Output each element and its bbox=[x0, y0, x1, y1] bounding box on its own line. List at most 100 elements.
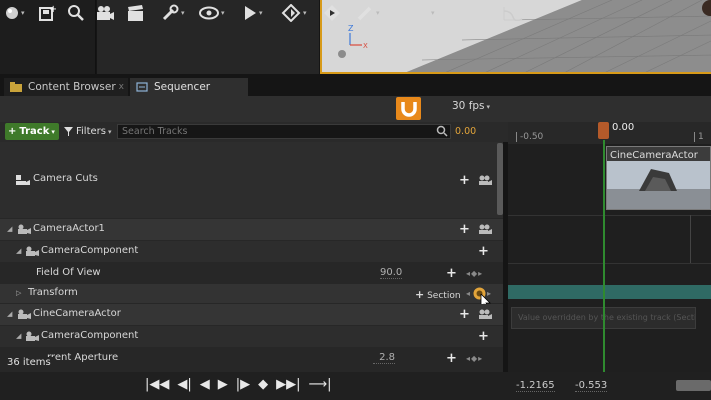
close-tab-icon[interactable]: x bbox=[119, 82, 124, 92]
transport-controls: |◀◀ ◀| ◀ ▶ |▶ ◆ ▶▶| ⟶| bbox=[145, 377, 332, 392]
sequencer-icon bbox=[136, 82, 148, 92]
section-edge bbox=[690, 215, 691, 263]
snap-toggle-button[interactable] bbox=[396, 97, 421, 120]
camera-icon[interactable] bbox=[478, 175, 492, 185]
time-ruler[interactable]: -0.50 1 bbox=[508, 122, 711, 144]
search-tracks-input[interactable] bbox=[117, 124, 451, 139]
next-key-icon[interactable]: ◆ bbox=[258, 377, 268, 392]
track-label: Field Of View bbox=[36, 267, 101, 278]
step-back-icon[interactable]: ◀ bbox=[200, 377, 210, 392]
frame-rate-dropdown[interactable]: 30 fps ▾ bbox=[452, 100, 490, 112]
camera-cuts-icon bbox=[16, 175, 30, 185]
key-navigation[interactable]: ◂◆▸ bbox=[466, 354, 483, 363]
track-row-cine-camera-actor[interactable]: ◢ CineCameraActor + bbox=[0, 304, 503, 325]
camera-icon[interactable] bbox=[478, 224, 492, 234]
world-button[interactable]: ▾ bbox=[5, 3, 25, 23]
folder-icon bbox=[10, 82, 22, 92]
property-value[interactable]: 90.0 bbox=[380, 267, 402, 279]
property-value[interactable]: 2.8 bbox=[373, 352, 395, 364]
camera-actor-icon bbox=[18, 224, 31, 234]
collapse-arrow-icon[interactable]: ◢ bbox=[16, 332, 21, 340]
view-range-end[interactable]: -0.553 bbox=[575, 380, 608, 392]
playhead-handle[interactable] bbox=[598, 122, 609, 139]
track-row-camera-component[interactable]: ◢ CameraComponent + bbox=[0, 241, 503, 262]
tools-dropdown[interactable]: ▾ bbox=[161, 3, 185, 23]
save-icon: + bbox=[39, 4, 56, 21]
pencil-icon bbox=[357, 6, 372, 21]
jump-to-end-icon[interactable]: ▶▶| bbox=[276, 377, 300, 392]
track-row-camera-component[interactable]: ◢ CameraComponent + bbox=[0, 326, 503, 347]
frame-rate-label: 30 fps bbox=[452, 100, 485, 112]
camera-icon[interactable] bbox=[478, 309, 492, 319]
add-button[interactable]: + bbox=[478, 330, 489, 343]
add-section-button[interactable]: + Section bbox=[415, 288, 461, 301]
diamond-arrow-icon bbox=[324, 5, 340, 21]
row-divider bbox=[508, 215, 711, 216]
tick-mark bbox=[516, 132, 517, 142]
track-label: CameraComponent bbox=[41, 330, 139, 341]
tab-content-browser[interactable]: Content Browser x bbox=[4, 78, 128, 96]
track-row-field-of-view[interactable]: Field Of View 90.0 + ◂◆▸ bbox=[0, 263, 503, 284]
camera-button[interactable] bbox=[95, 3, 115, 23]
loop-icon[interactable]: ⟶| bbox=[309, 377, 332, 392]
tick-mark bbox=[694, 132, 695, 142]
clapperboard-icon bbox=[128, 5, 143, 21]
svg-text:Z: Z bbox=[348, 24, 354, 33]
add-section-label: Section bbox=[427, 291, 461, 301]
key-navigation[interactable]: ◂◆▸ bbox=[466, 269, 483, 278]
shot-label: CineCameraActor bbox=[610, 150, 698, 161]
previous-key-icon[interactable]: ◀| bbox=[177, 377, 191, 392]
track-row-transform[interactable]: ▷ Transform + Section ◂ ▸ bbox=[0, 284, 503, 310]
key-navigation[interactable]: ◂ bbox=[466, 289, 471, 298]
auto-key-button[interactable] bbox=[322, 3, 342, 23]
tick-label: -0.50 bbox=[520, 132, 544, 142]
svg-text:X: X bbox=[363, 42, 368, 50]
add-button[interactable]: + bbox=[459, 308, 470, 321]
track-row-current-aperture[interactable]: rrent Aperture 2.8 + ◂◆▸ bbox=[0, 348, 503, 369]
add-track-button[interactable]: + Track ▾ bbox=[5, 123, 59, 140]
add-button[interactable]: + bbox=[459, 174, 470, 187]
playback-options-dropdown[interactable]: ▾ bbox=[243, 3, 263, 23]
collapse-arrow-icon[interactable]: ◢ bbox=[7, 310, 12, 318]
track-row-camera-cuts[interactable]: Camera Cuts + bbox=[0, 142, 503, 218]
track-label: CameraComponent bbox=[41, 245, 139, 256]
tab-sequencer[interactable]: Sequencer bbox=[130, 78, 248, 96]
view-options-dropdown[interactable]: ▾ bbox=[199, 3, 225, 23]
jump-to-start-icon[interactable]: |◀◀ bbox=[145, 377, 169, 392]
key-options-dropdown[interactable]: ▾ bbox=[281, 3, 307, 23]
play-forward-icon[interactable]: ▶ bbox=[218, 377, 228, 392]
track-label: Camera Cuts bbox=[33, 173, 98, 184]
tab-content-browser-label: Content Browser bbox=[28, 81, 116, 93]
view-range-start[interactable]: -1.2165 bbox=[516, 380, 555, 392]
track-label: CineCameraActor bbox=[33, 308, 121, 319]
edit-dropdown[interactable]: ▾ bbox=[356, 3, 380, 23]
transform-section-bar[interactable] bbox=[508, 285, 711, 299]
find-button[interactable] bbox=[67, 3, 85, 23]
tree-scrollbar[interactable] bbox=[497, 143, 503, 215]
curve-editor-button[interactable] bbox=[503, 3, 523, 23]
add-button[interactable]: + bbox=[459, 223, 470, 236]
plus-icon: + bbox=[8, 126, 17, 137]
add-key-button[interactable]: + bbox=[446, 267, 457, 280]
track-label: CameraActor1 bbox=[33, 223, 105, 234]
step-forward-icon[interactable]: |▶ bbox=[236, 377, 250, 392]
filters-button[interactable]: Filters ▾ bbox=[64, 123, 112, 140]
save-button[interactable]: + bbox=[38, 3, 56, 23]
camera-icon bbox=[97, 6, 114, 20]
expand-arrow-icon[interactable]: ▷ bbox=[16, 289, 21, 297]
camera-cut-section[interactable]: CineCameraActor bbox=[606, 146, 711, 210]
add-key-button[interactable]: + bbox=[446, 352, 457, 365]
render-movie-button[interactable] bbox=[126, 3, 146, 23]
key-diamond-icon bbox=[281, 4, 301, 22]
current-time-readout[interactable]: 0.00 bbox=[455, 126, 476, 137]
timeline-scrollbar[interactable] bbox=[676, 380, 711, 391]
filters-label: Filters bbox=[76, 126, 106, 137]
collapse-arrow-icon[interactable]: ◢ bbox=[16, 247, 21, 255]
snap-options-dropdown[interactable]: ▾ bbox=[429, 3, 435, 23]
track-row-camera-actor[interactable]: ◢ CameraActor1 + bbox=[0, 219, 503, 240]
add-button[interactable]: + bbox=[478, 245, 489, 258]
search-icon bbox=[68, 5, 84, 21]
track-tree: Camera Cuts + ◢ CameraActor1 + ◢ CameraC… bbox=[0, 142, 503, 372]
collapse-arrow-icon[interactable]: ◢ bbox=[7, 225, 12, 233]
track-label: rrent Aperture bbox=[47, 352, 119, 363]
